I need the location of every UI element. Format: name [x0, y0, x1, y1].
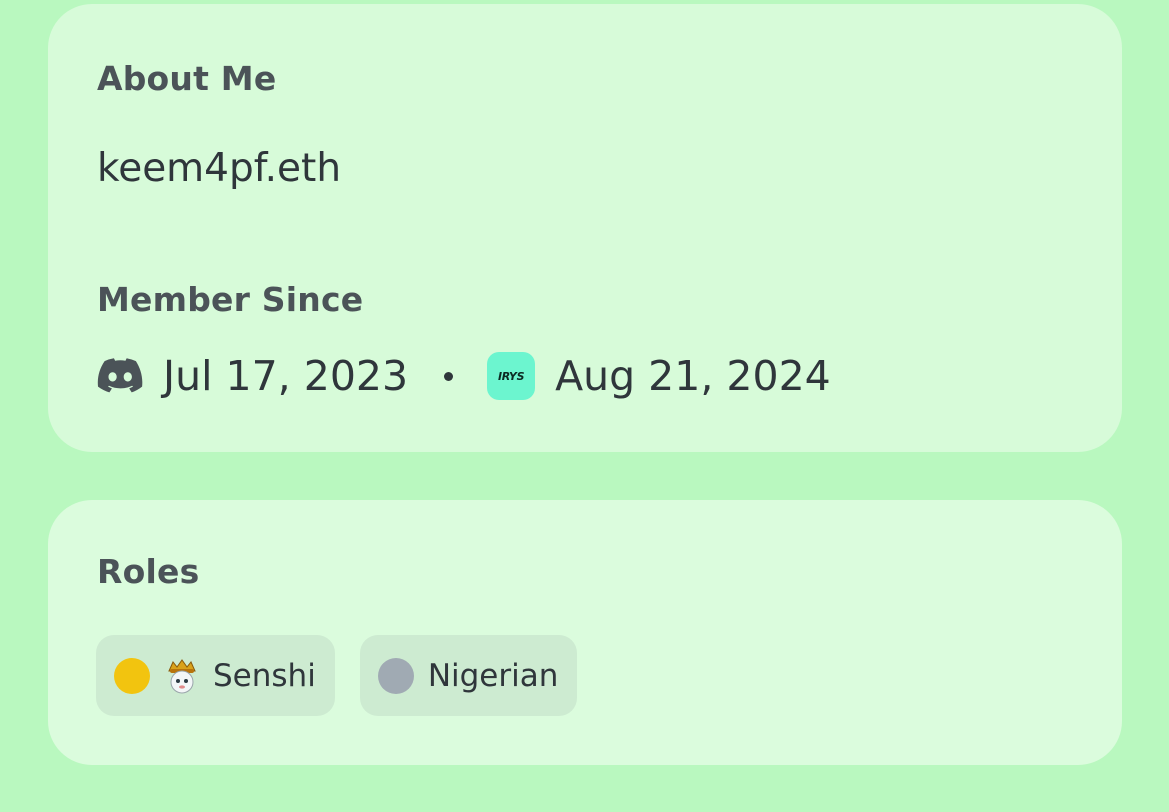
roles-card: Roles Senshi Nigerian — [48, 500, 1122, 765]
senshi-emoji-icon — [168, 658, 196, 693]
server-join-date: Aug 21, 2024 — [555, 352, 831, 400]
role-chip-nigerian[interactable]: Nigerian — [359, 635, 578, 716]
server-icon-label: IRYS — [497, 369, 525, 383]
about-me-heading: About Me — [97, 59, 277, 98]
roles-list: Senshi Nigerian — [96, 635, 578, 716]
role-label: Nigerian — [427, 657, 559, 694]
role-color-dot — [114, 657, 150, 694]
about-card: About Me keem4pf.eth Member Since Jul 17… — [48, 4, 1122, 452]
discord-icon — [97, 358, 143, 393]
roles-heading: Roles — [97, 552, 200, 591]
member-since-heading: Member Since — [97, 280, 364, 319]
member-since-row: Jul 17, 2023 IRYS Aug 21, 2024 — [97, 348, 831, 404]
about-me-text: keem4pf.eth — [97, 146, 342, 191]
role-label: Senshi — [213, 657, 316, 694]
role-color-dot — [377, 657, 414, 694]
separator-dot — [444, 371, 454, 381]
discord-join-date: Jul 17, 2023 — [163, 352, 409, 400]
role-chip-senshi[interactable]: Senshi — [96, 635, 335, 716]
server-icon: IRYS — [487, 352, 536, 400]
